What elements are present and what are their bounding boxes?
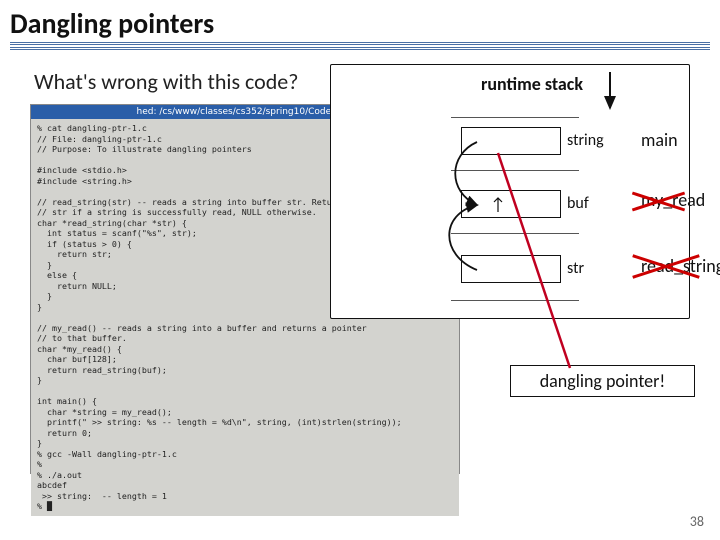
slide: Dangling pointers What's wrong with this… bbox=[0, 0, 720, 540]
var-label: string bbox=[567, 131, 604, 150]
divider bbox=[10, 42, 710, 45]
divider bbox=[10, 47, 710, 50]
var-label: buf bbox=[567, 194, 589, 213]
diagram-title: runtime stack bbox=[481, 73, 583, 95]
stack-divider bbox=[451, 117, 579, 118]
cross-out-icon bbox=[631, 255, 701, 275]
subtitle: What's wrong with this code? bbox=[34, 68, 298, 95]
frame-label: main bbox=[641, 129, 678, 151]
stack-divider bbox=[451, 233, 579, 234]
runtime-stack-diagram: runtime stack string main buf my_read st… bbox=[330, 64, 690, 319]
stack-divider bbox=[451, 170, 579, 171]
dangling-pointer-callout: dangling pointer! bbox=[510, 365, 695, 397]
cross-out-icon bbox=[631, 190, 686, 210]
stack-cell-string bbox=[461, 127, 561, 155]
stack-divider bbox=[451, 300, 579, 301]
page-title: Dangling pointers bbox=[10, 6, 214, 41]
var-label: str bbox=[567, 259, 584, 278]
page-number: 38 bbox=[690, 513, 704, 530]
stack-cell-str bbox=[461, 255, 561, 283]
stack-cell-buf bbox=[461, 190, 561, 218]
